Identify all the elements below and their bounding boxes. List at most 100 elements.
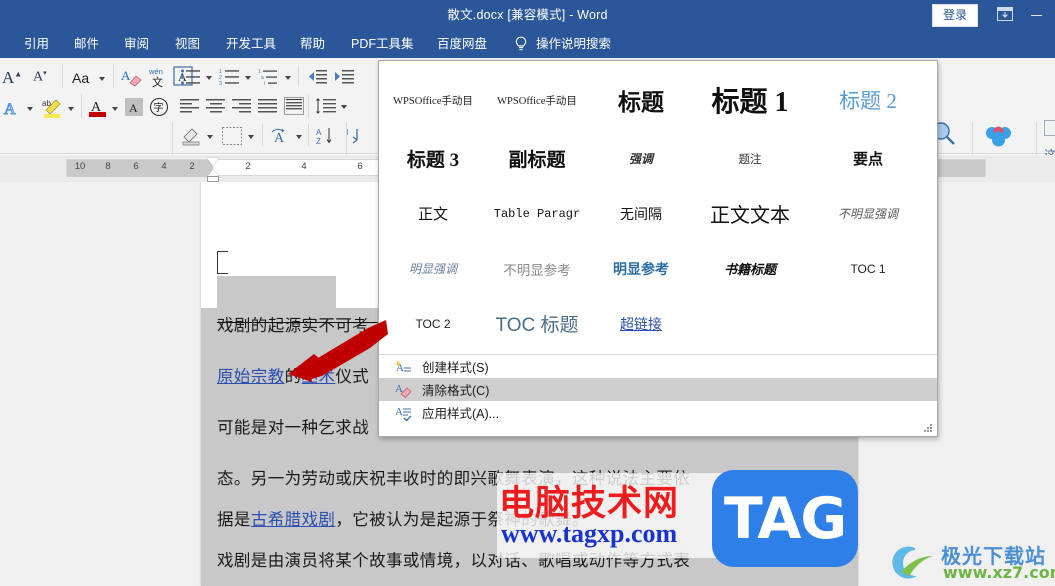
asian-layout-chevron-down-icon[interactable]	[296, 135, 302, 139]
style-item-strong[interactable]: 要点	[807, 131, 929, 186]
doc-paragraph-line[interactable]: 戏剧的起源实不可考	[217, 312, 369, 336]
style-label: Table Paragr	[493, 206, 581, 221]
doc-hyperlink[interactable]: 古希腊戏剧	[251, 510, 336, 529]
login-button[interactable]: 登录	[931, 4, 978, 27]
clear-formatting-icon[interactable]: A	[121, 67, 143, 92]
style-item-subtitle[interactable]: 副标题	[485, 131, 589, 186]
numbering-chevron-down-icon[interactable]	[245, 76, 251, 80]
lightbulb-icon[interactable]	[514, 36, 528, 58]
style-item-book-title[interactable]: 书籍标题	[693, 241, 807, 296]
sort-icon[interactable]: A Z	[315, 126, 335, 151]
tab-references[interactable]: 引用	[24, 31, 49, 58]
character-shading-icon[interactable]: A	[124, 97, 144, 122]
style-label: WPSOffice手动目	[393, 95, 473, 107]
clear-formatting-command[interactable]: A 清除格式(C)	[379, 378, 937, 401]
create-style-command[interactable]: A 创建样式(S)	[379, 355, 937, 378]
text-effects-icon[interactable]: A	[2, 98, 24, 123]
font-color-icon[interactable]: A	[88, 96, 108, 123]
clear-formatting-label: 清除格式(C)	[422, 384, 490, 398]
style-item-subtle-emphasis[interactable]: 不明显强调	[807, 186, 929, 241]
increase-indent-icon[interactable]	[333, 68, 355, 91]
font-color-chevron-down-icon[interactable]	[112, 107, 118, 111]
style-item-heading-2[interactable]: 标题 2	[807, 69, 929, 131]
multilevel-chevron-down-icon[interactable]	[285, 76, 291, 80]
new-group-button[interactable]	[1044, 120, 1055, 141]
tab-help[interactable]: 帮助	[300, 31, 325, 58]
change-case-icon[interactable]: Aa	[72, 70, 89, 86]
style-item-no-spacing[interactable]: 无间隔	[589, 186, 693, 241]
enclose-characters-icon[interactable]: 字	[149, 97, 169, 122]
borders-icon[interactable]	[222, 127, 242, 150]
text-effects-chevron-down-icon[interactable]	[27, 107, 33, 111]
style-item-subtle-reference[interactable]: 不明显参考	[485, 241, 589, 296]
tag-logo-text: TAG	[723, 485, 847, 552]
first-line-indent-marker[interactable]	[207, 158, 219, 166]
align-right-icon[interactable]	[232, 98, 252, 119]
tab-mailings[interactable]: 邮件	[74, 31, 99, 58]
style-item-intense-reference[interactable]: 明显参考	[589, 241, 693, 296]
style-item-wps-manual-toc-1[interactable]: WPSOffice手动目	[381, 69, 485, 131]
distributed-align-icon[interactable]	[284, 97, 304, 120]
minimize-icon[interactable]	[1025, 5, 1047, 25]
apply-styles-command[interactable]: A 应用样式(A)...	[379, 401, 937, 424]
doc-paragraph-line[interactable]: 原始宗教的巫术仪式	[217, 363, 369, 387]
xz7-watermark: 极光下载站 www.xz7.com	[883, 540, 1055, 584]
style-item-body[interactable]: 正文	[381, 186, 485, 241]
style-label: WPSOffice手动目	[497, 95, 577, 107]
tab-pdf-toolkit[interactable]: PDF工具集	[351, 31, 414, 58]
style-item-wps-manual-toc-2[interactable]: WPSOffice手动目	[485, 69, 589, 131]
tab-review[interactable]: 审阅	[124, 31, 149, 58]
style-label: 不明显参考	[503, 262, 571, 278]
style-item-hyperlink[interactable]: 超链接	[589, 296, 693, 351]
styles-grid: WPSOffice手动目 WPSOffice手动目 标题 标题 1 标题 2 标…	[379, 61, 937, 351]
shading-chevron-down-icon[interactable]	[207, 135, 213, 139]
title-bar: 散文.docx [兼容模式] - Word 登录	[0, 0, 1055, 31]
align-left-icon[interactable]	[180, 98, 200, 119]
bullet-list-icon[interactable]	[180, 68, 202, 91]
doc-hyperlink[interactable]: 原始宗教	[217, 367, 285, 386]
line-spacing-icon[interactable]	[315, 97, 337, 120]
style-item-heading-3[interactable]: 标题 3	[381, 131, 485, 186]
change-case-chevron-down-icon[interactable]	[99, 77, 105, 81]
bullets-chevron-down-icon[interactable]	[206, 76, 212, 80]
text-highlight-color-icon[interactable]: ab	[42, 97, 64, 124]
styles-gallery-dropdown[interactable]: WPSOffice手动目 WPSOffice手动目 标题 标题 1 标题 2 标…	[378, 60, 938, 437]
tell-me-search[interactable]: 操作说明搜索	[536, 31, 611, 58]
highlight-chevron-down-icon[interactable]	[68, 107, 74, 111]
style-item-heading-1[interactable]: 标题 1	[693, 69, 807, 131]
doc-text: 仪式	[335, 367, 370, 386]
style-item-body-text[interactable]: 正文文本	[693, 186, 807, 241]
style-item-title[interactable]: 标题	[589, 69, 693, 131]
ribbon-display-options-icon[interactable]	[993, 5, 1017, 25]
line-spacing-chevron-down-icon[interactable]	[341, 105, 347, 109]
style-item-toc-heading[interactable]: TOC 标题	[485, 296, 589, 351]
justify-icon[interactable]	[258, 98, 278, 119]
increase-font-size-icon[interactable]: A▲	[2, 68, 22, 88]
style-item-caption[interactable]: 题注	[693, 131, 807, 186]
style-label: TOC 2	[415, 316, 451, 331]
align-center-icon[interactable]	[206, 98, 226, 119]
phonetic-guide-icon[interactable]: wén 文	[148, 65, 168, 94]
asian-layout-icon[interactable]: A	[270, 126, 292, 151]
resize-grip-icon[interactable]	[924, 424, 933, 433]
tab-view[interactable]: 视图	[175, 31, 200, 58]
style-item-emphasis[interactable]: 强调	[589, 131, 693, 186]
multilevel-list-icon[interactable]: 1 a i	[258, 68, 282, 91]
decrease-indent-icon[interactable]	[306, 68, 328, 91]
borders-chevron-down-icon[interactable]	[248, 135, 254, 139]
doc-paragraph-line[interactable]: 可能是对一种乞求战	[217, 414, 369, 438]
numbered-list-icon[interactable]: 1 2 3	[219, 68, 241, 91]
tab-baidu-netdisk[interactable]: 百度网盘	[437, 31, 487, 58]
shading-icon[interactable]	[180, 126, 202, 151]
style-item-intense-emphasis[interactable]: 明显强调	[381, 241, 485, 296]
style-item-toc-1[interactable]: TOC 1	[807, 241, 929, 296]
tab-developer[interactable]: 开发工具	[226, 31, 276, 58]
xz7-logo-icon	[892, 546, 933, 579]
style-item-table-paragraph[interactable]: Table Paragr	[485, 186, 589, 241]
doc-hyperlink[interactable]: 巫术	[302, 367, 336, 386]
doc-text: 可能是对一种乞求战	[217, 418, 370, 437]
baidu-netdisk-icon[interactable]	[981, 124, 1017, 155]
svg-text:A: A	[274, 131, 285, 146]
style-item-toc-2[interactable]: TOC 2	[381, 296, 485, 351]
decrease-font-size-icon[interactable]: A▾	[33, 69, 47, 86]
